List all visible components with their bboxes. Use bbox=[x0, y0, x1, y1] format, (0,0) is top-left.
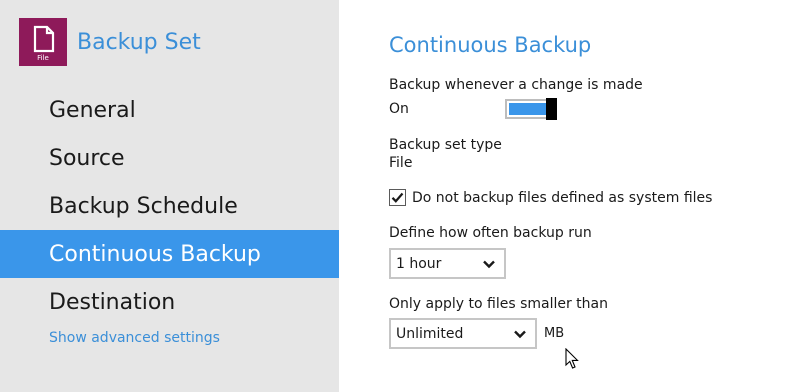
size-limit-value: Unlimited bbox=[396, 325, 464, 342]
frequency-select[interactable]: 1 hour bbox=[389, 248, 506, 279]
system-files-label: Do not backup files defined as system fi… bbox=[412, 189, 713, 206]
app-header: File Backup Set bbox=[19, 18, 201, 66]
sidebar-item-backup-schedule[interactable]: Backup Schedule bbox=[0, 182, 339, 230]
sidebar-item-general[interactable]: General bbox=[0, 86, 339, 134]
size-limit-select[interactable]: Unlimited bbox=[389, 318, 537, 349]
frequency-value: 1 hour bbox=[396, 255, 442, 272]
size-limit-label: Only apply to files smaller than bbox=[389, 296, 608, 312]
toggle-knob[interactable] bbox=[546, 98, 557, 120]
app-title: Backup Set bbox=[77, 29, 201, 55]
continuous-backup-toggle[interactable] bbox=[505, 98, 557, 120]
sidebar-item-source[interactable]: Source bbox=[0, 134, 339, 182]
toggle-state-text: On bbox=[389, 101, 409, 117]
backup-set-type-label: Backup set type bbox=[389, 137, 502, 153]
system-files-option[interactable]: Do not backup files defined as system fi… bbox=[389, 189, 712, 206]
size-unit: MB bbox=[544, 326, 565, 341]
sidebar-item-continuous-backup[interactable]: Continuous Backup bbox=[0, 230, 339, 278]
backup-set-type-value: File bbox=[389, 155, 413, 171]
sidebar: File Backup Set General Source Backup Sc… bbox=[0, 0, 339, 392]
mouse-pointer-icon bbox=[565, 348, 579, 369]
sidebar-nav: General Source Backup Schedule Continuou… bbox=[0, 86, 339, 326]
continuous-backup-label: Backup whenever a change is made bbox=[389, 77, 643, 93]
show-advanced-settings-link[interactable]: Show advanced settings bbox=[49, 330, 220, 346]
check-icon bbox=[391, 192, 404, 203]
chevron-down-icon bbox=[514, 330, 526, 339]
file-icon: File bbox=[19, 18, 67, 66]
chevron-down-icon bbox=[483, 260, 495, 269]
frequency-label: Define how often backup run bbox=[389, 225, 592, 241]
main-panel: Continuous Backup Backup whenever a chan… bbox=[389, 0, 790, 392]
system-files-checkbox[interactable] bbox=[389, 189, 406, 206]
toggle-fill bbox=[509, 103, 546, 115]
page-title: Continuous Backup bbox=[389, 33, 592, 57]
file-icon-label: File bbox=[37, 54, 49, 62]
sidebar-item-destination[interactable]: Destination bbox=[0, 278, 339, 326]
